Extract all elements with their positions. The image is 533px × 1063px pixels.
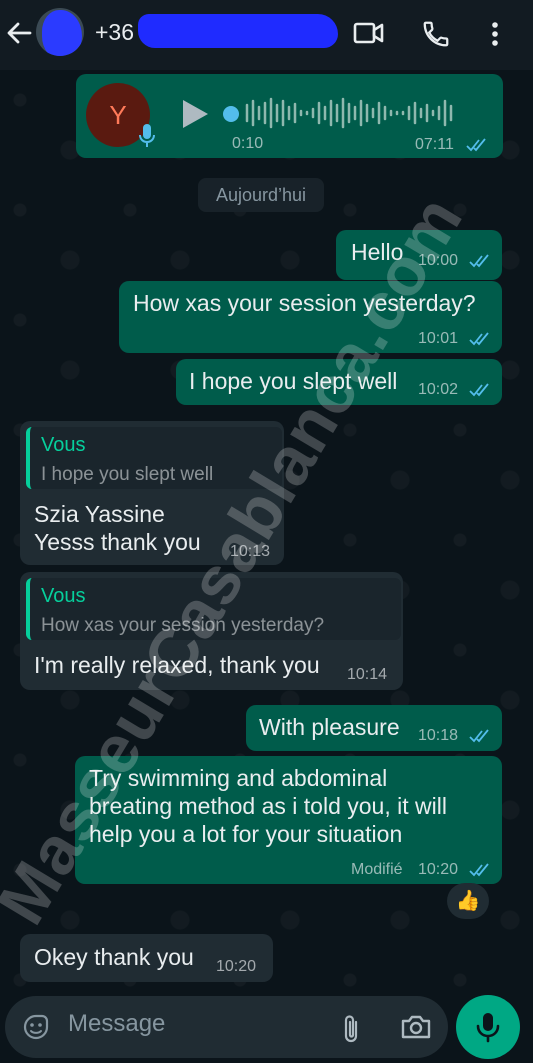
voice-duration: 0:10 — [232, 135, 264, 152]
message-time: 10:02 — [418, 381, 459, 398]
waveform[interactable] — [243, 95, 473, 131]
voice-record-button[interactable] — [456, 995, 520, 1059]
quote-text: I hope you slept well — [41, 464, 214, 485]
seek-handle[interactable] — [223, 106, 239, 122]
contact-avatar[interactable] — [36, 8, 84, 56]
message-time: 10:14 — [347, 666, 388, 683]
chat-header: +36 — [0, 0, 533, 70]
video-call-icon[interactable] — [353, 20, 385, 46]
message-text: With pleasure — [259, 714, 400, 740]
message-text-line: help you a lot for your situation — [89, 821, 403, 847]
message-time: 10:20 — [216, 958, 257, 975]
more-options-icon[interactable] — [484, 19, 506, 49]
microphone-icon — [476, 1013, 500, 1043]
message-time: 10:20 — [418, 861, 459, 878]
message-composer[interactable]: Message — [5, 996, 448, 1058]
message-text-line: Yesss thank you — [34, 529, 201, 555]
read-ticks-icon — [466, 138, 486, 152]
play-icon[interactable] — [180, 98, 210, 130]
message-input[interactable]: Message — [68, 1010, 165, 1038]
read-ticks-icon — [469, 254, 489, 268]
edited-label: Modifié — [351, 861, 403, 878]
microphone-icon — [139, 124, 155, 147]
attach-icon[interactable] — [341, 1012, 361, 1044]
sticker-icon[interactable] — [21, 1012, 51, 1042]
read-ticks-icon — [469, 729, 489, 743]
message-text: Okey thank you — [34, 944, 194, 970]
message-text-line: breating method as i told you, it will — [89, 793, 447, 819]
voice-time: 07:11 — [415, 136, 454, 153]
contact-name[interactable]: +36 — [95, 19, 134, 46]
avatar-redaction — [42, 10, 82, 56]
quote-author: Vous — [41, 585, 86, 607]
thumbs-up-reaction[interactable]: 👍 — [447, 883, 489, 919]
read-ticks-icon — [469, 332, 489, 346]
voice-call-icon[interactable] — [421, 19, 451, 49]
read-ticks-icon — [469, 863, 489, 877]
read-ticks-icon — [469, 383, 489, 397]
quote-author: Vous — [41, 434, 86, 456]
date-separator: Aujourd’hui — [198, 178, 324, 212]
message-text-line: Szia Yassine — [34, 501, 165, 527]
back-arrow-icon[interactable] — [4, 18, 34, 48]
message-time: 10:01 — [418, 330, 459, 347]
message-time: 10:18 — [418, 727, 459, 744]
camera-icon[interactable] — [400, 1013, 432, 1041]
phone-redaction — [138, 14, 338, 48]
